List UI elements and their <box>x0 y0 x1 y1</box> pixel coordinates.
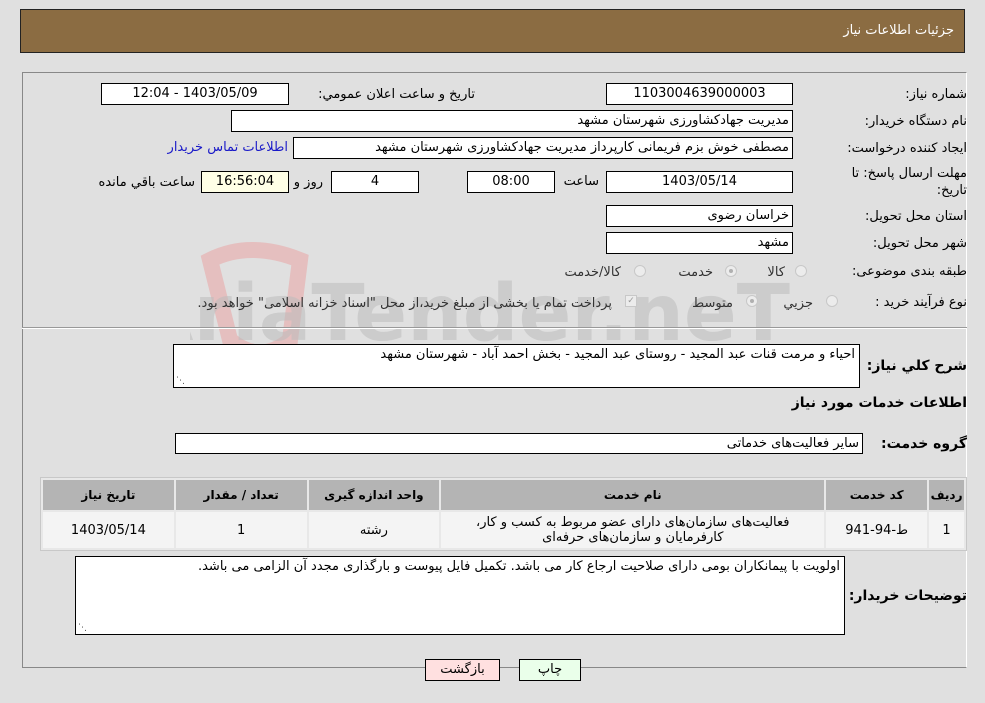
table-row: 1 ط-94-941 فعالیت‌های سازمان‌های دارای ع… <box>43 512 964 548</box>
deadline-label-2: تاريخ: <box>936 183 967 198</box>
col-date-header: تاريخ نياز <box>43 480 174 510</box>
need-number-field[interactable]: 1103004639000003 <box>606 83 793 105</box>
time-remaining-field: 16:56:04 <box>201 171 289 193</box>
time-remaining-label: ساعت باقي مانده <box>98 175 195 190</box>
cell-quantity: 1 <box>175 512 307 548</box>
resize-grip-icon[interactable]: ⋰ <box>78 624 87 633</box>
announce-datetime-field[interactable]: 1403/05/09 - 12:04 <box>101 83 289 105</box>
purchase-radio-medium[interactable] <box>746 295 758 307</box>
section-divider <box>22 327 967 329</box>
treasury-note: پرداخت تمام يا بخشی از مبلغ خريد،از محل … <box>197 296 612 311</box>
treasury-checkbox[interactable]: ✓ <box>625 295 637 307</box>
deadline-date-field[interactable]: 1403/05/14 <box>606 171 793 193</box>
requester-field[interactable]: مصطفی خوش بزم فریمانی كارپرداز مديريت جه… <box>293 137 793 159</box>
deadline-time-field[interactable]: 08:00 <box>467 171 555 193</box>
print-button[interactable]: چاپ <box>519 659 581 681</box>
cell-name: فعالیت‌های سازمان‌های دارای عضو مربوط به… <box>441 512 825 548</box>
service-group-label: گروه خدمت: <box>881 436 967 452</box>
category-option-goods-service: كالا/خدمت <box>564 265 621 280</box>
page-header: جزئيات اطلاعات نياز <box>20 9 965 53</box>
cell-name-line1: فعالیت‌های سازمان‌های دارای عضو مربوط به… <box>476 515 790 530</box>
col-quantity-header: تعداد / مقدار <box>175 480 307 510</box>
description-textarea[interactable]: احیاء و مرمت قنات عبد المجید - روستای عب… <box>173 344 860 388</box>
table-header-row: رديف كد خدمت نام خدمت واحد اندازه گيری ت… <box>43 480 964 510</box>
description-label: شرح كلي نياز: <box>866 358 967 374</box>
service-group-field[interactable]: سایر فعالیت‌های خدماتی <box>175 433 863 454</box>
need-number-label: شماره نياز: <box>905 87 967 102</box>
category-radio-service[interactable] <box>725 265 737 277</box>
col-name-header: نام خدمت <box>441 480 825 510</box>
category-label: طبقه بندی موضوعی: <box>851 264 967 279</box>
requester-label: ايجاد كننده درخواست: <box>847 141 967 156</box>
purchase-option-minor: جزيي <box>783 296 813 311</box>
province-label: استان محل تحويل: <box>865 209 967 224</box>
purchase-type-label: نوع فرآيند خريد : <box>875 295 967 310</box>
buyer-notes-textarea[interactable]: اولویت با پیمانکاران بومی دارای صلاحیت ا… <box>75 556 845 635</box>
announce-datetime-label: تاريخ و ساعت اعلان عمومي: <box>318 87 475 102</box>
cell-date: 1403/05/14 <box>43 512 174 548</box>
buyer-notes-label: توضيحات خريدار: <box>848 588 967 604</box>
purchase-radio-minor[interactable] <box>826 295 838 307</box>
col-row-header: رديف <box>929 480 964 510</box>
back-button[interactable]: بازگشت <box>425 659 500 681</box>
city-field[interactable]: مشهد <box>606 232 793 254</box>
col-unit-header: واحد اندازه گيری <box>308 480 440 510</box>
category-radio-goods-service[interactable] <box>634 265 646 277</box>
cell-row: 1 <box>929 512 964 548</box>
cell-unit: رشته <box>308 512 440 548</box>
buyer-org-label: نام دستگاه خريدار: <box>864 114 967 129</box>
buyer-notes-text: اولویت با پیمانکاران بومی دارای صلاحیت ا… <box>197 559 840 574</box>
province-field[interactable]: خراسان رضوی <box>606 205 793 227</box>
city-label: شهر محل تحويل: <box>872 236 967 251</box>
days-remaining-field[interactable]: 4 <box>331 171 419 193</box>
days-label: روز و <box>293 175 323 190</box>
purchase-option-medium: متوسط <box>692 296 733 311</box>
cell-code: ط-94-941 <box>826 512 928 548</box>
deadline-time-label: ساعت <box>563 174 599 189</box>
category-option-service: خدمت <box>678 265 713 280</box>
services-section-title: اطلاعات خدمات مورد نياز <box>791 395 967 411</box>
col-code-header: كد خدمت <box>826 480 928 510</box>
cell-name-line2: کارفرمایان و سازمان‌های حرفه‌ای <box>542 530 724 545</box>
description-text: احیاء و مرمت قنات عبد المجید - روستای عب… <box>380 347 855 362</box>
page-title: جزئيات اطلاعات نياز <box>843 23 954 38</box>
resize-grip-icon[interactable]: ⋰ <box>176 377 185 386</box>
services-table: رديف كد خدمت نام خدمت واحد اندازه گيری ت… <box>40 477 967 551</box>
category-option-goods: كالا <box>767 265 785 280</box>
buyer-org-field[interactable]: مديريت جهادكشاورزی شهرستان مشهد <box>231 110 793 132</box>
category-radio-goods[interactable] <box>795 265 807 277</box>
deadline-label: مهلت ارسال پاسخ: تا <box>851 166 967 181</box>
buyer-contact-link[interactable]: اطلاعات تماس خريدار <box>168 140 288 155</box>
